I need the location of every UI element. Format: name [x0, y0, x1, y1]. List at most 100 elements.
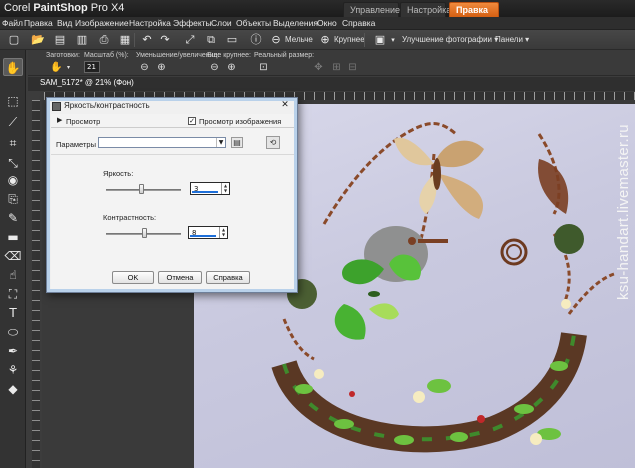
move-icon: ✥: [314, 62, 323, 73]
dialog-app-icon: [52, 102, 61, 111]
dialog-title-bar[interactable]: Яркость/контрастность ✕: [50, 100, 294, 114]
eraser-tool-icon[interactable]: ⌫: [3, 247, 23, 265]
preview-row: ▶ Просмотр ✓ Просмотр изображения: [51, 115, 294, 128]
presets-dropdown[interactable]: ▼: [98, 137, 226, 148]
paste-icon[interactable]: ▭: [224, 32, 240, 48]
brightness-slider-thumb[interactable]: [139, 184, 144, 194]
close-icon[interactable]: ✕: [277, 100, 293, 111]
divider: [51, 154, 294, 155]
redo-icon[interactable]: ↷: [157, 32, 173, 48]
zoom-out-icon[interactable]: ⊖: [138, 61, 151, 74]
crop-tool-icon[interactable]: ⌗: [3, 134, 23, 152]
zoom-out-label[interactable]: Мельче: [285, 35, 313, 44]
zoom-out-icon[interactable]: ⊖: [268, 32, 284, 48]
actual-size-label: Реальный размер:: [254, 52, 315, 59]
dialog-title: Яркость/контрастность: [64, 101, 150, 110]
dropper-tool-icon[interactable]: ⟋: [3, 113, 23, 131]
pan-tool-icon[interactable]: ✋: [3, 58, 23, 76]
warp-tool-icon[interactable]: ⚘: [3, 361, 23, 379]
brightness-spinbox[interactable]: 3 ▲ ▼: [190, 182, 230, 195]
app-window: Corel PaintShop Pro X4 Управление Настро…: [0, 0, 635, 468]
spin-arrows-icon[interactable]: ▲ ▼: [219, 227, 227, 238]
menu-bar: Файл Правка Вид Изображение Настройка Эф…: [0, 17, 635, 30]
menu-selections[interactable]: Выделения: [273, 18, 318, 28]
align-icon: ⊞: [332, 62, 341, 73]
contrast-label: Контрастность:: [103, 213, 157, 222]
chevron-down-icon[interactable]: ▾: [62, 61, 75, 74]
shape-tool-icon[interactable]: ⬭: [3, 323, 23, 341]
presets-label: Заготовки:: [46, 52, 80, 59]
tools-panel: ✋ ⬚ ⟋ ⌗ ⤡ ◉ ⎘ ✎ ▬ ⌫ ☝ ⛶ T ⬭ ✒ ⚘ ◆: [0, 50, 26, 468]
tab-edit[interactable]: Правка: [449, 2, 499, 17]
menu-effects[interactable]: Эффекты: [173, 18, 212, 28]
toolbar-divider: [364, 33, 365, 47]
tab-manage[interactable]: Управление: [343, 2, 400, 17]
menu-layers[interactable]: Слои: [211, 18, 232, 28]
zoom-in-label[interactable]: Крупнее: [334, 35, 365, 44]
menu-view[interactable]: Вид: [57, 18, 72, 28]
new-file-icon[interactable]: ▢: [6, 32, 22, 48]
selection-tool-icon[interactable]: ⬚: [3, 92, 23, 110]
open-folder-icon[interactable]: 📂: [30, 32, 46, 48]
contrast-slider-thumb[interactable]: [142, 228, 147, 238]
text-tool-icon[interactable]: T: [3, 304, 23, 322]
menu-edit[interactable]: Правка: [24, 18, 53, 28]
gradient-tool-icon[interactable]: ▬: [3, 228, 23, 246]
zoom-percent-field[interactable]: 21: [84, 61, 100, 73]
contrast-indicator: [190, 235, 216, 237]
menu-file[interactable]: Файл: [2, 18, 23, 28]
picture-tube-icon[interactable]: ◆: [3, 380, 23, 398]
app-logo: Corel PaintShop Pro X4: [4, 2, 125, 14]
menu-image[interactable]: Изображение: [75, 18, 129, 28]
scale-label: Масштаб (%):: [84, 52, 129, 59]
brush-tool-icon[interactable]: ✎: [3, 209, 23, 227]
dialog-body: ▶ Просмотр ✓ Просмотр изображения Параме…: [51, 114, 294, 289]
undo-icon[interactable]: ↶: [139, 32, 155, 48]
red-eye-tool-icon[interactable]: ◉: [3, 171, 23, 189]
chevron-down-icon[interactable]: ▼: [216, 138, 225, 147]
document-tab[interactable]: SAM_5172* @ 21% (Фон): [40, 78, 134, 87]
print-preview-icon[interactable]: ▦: [117, 32, 133, 48]
vertical-ruler: [32, 100, 40, 468]
menu-window[interactable]: Окно: [317, 18, 337, 28]
menu-adjust[interactable]: Настройка: [129, 18, 171, 28]
preview-toggle[interactable]: Просмотр: [66, 117, 100, 126]
save-icon[interactable]: ▤: [52, 32, 68, 48]
smudge-tool-icon[interactable]: ☝: [3, 266, 23, 284]
save-as-icon[interactable]: ▥: [74, 32, 90, 48]
zoom-in-icon[interactable]: ⊕: [155, 61, 168, 74]
preview-image-label[interactable]: Просмотр изображения: [199, 117, 281, 126]
expand-arrow-icon[interactable]: ▶: [57, 116, 62, 124]
menu-help[interactable]: Справка: [342, 18, 375, 28]
zoom-in-icon[interactable]: ⊕: [317, 32, 333, 48]
info-icon[interactable]: ⓘ: [248, 32, 264, 48]
zoom-in-more-icon[interactable]: ⊕: [225, 61, 238, 74]
brightness-contrast-dialog: Яркость/контрастность ✕ ▶ Просмотр ✓ Про…: [46, 97, 298, 293]
enhance-photo-menu[interactable]: Улучшение фотографии ▾: [402, 35, 498, 44]
presets-label: Параметры: [56, 140, 96, 149]
grid-icon: ⊟: [348, 62, 357, 73]
tool-options-bar: Заготовки: ✋ ▾ Масштаб (%): 21 Уменьшени…: [28, 50, 635, 76]
cancel-button[interactable]: Отмена: [158, 271, 202, 284]
chevron-down-icon[interactable]: ▾: [385, 32, 401, 48]
print-icon[interactable]: ⎙: [96, 32, 112, 48]
crop-to-selection-icon[interactable]: ⤢: [182, 32, 198, 48]
zoom-out-more-icon[interactable]: ⊖: [208, 61, 221, 74]
preview-image-checkbox[interactable]: ✓: [188, 117, 196, 125]
copy-icon[interactable]: ⧉: [203, 32, 219, 48]
contrast-spinbox[interactable]: 8 ▲ ▼: [188, 226, 228, 239]
pen-tool-icon[interactable]: ✒: [3, 342, 23, 360]
spin-arrows-icon[interactable]: ▲ ▼: [221, 183, 229, 194]
ok-button[interactable]: OK: [112, 271, 154, 284]
menu-objects[interactable]: Объекты: [236, 18, 271, 28]
help-button[interactable]: Справка: [206, 271, 250, 284]
save-preset-icon[interactable]: ▤: [231, 137, 243, 148]
clone-tool-icon[interactable]: ⎘: [3, 190, 23, 208]
reset-icon[interactable]: ⟲: [266, 136, 280, 149]
brightness-indicator: [192, 191, 218, 193]
panels-menu[interactable]: Панели ▾: [495, 35, 529, 44]
fill-tool-icon[interactable]: ⛶: [3, 285, 23, 303]
actual-size-icon[interactable]: ⊡: [257, 61, 270, 74]
tab-adjust[interactable]: Настройка: [400, 2, 451, 17]
straighten-tool-icon[interactable]: ⤡: [3, 154, 23, 172]
